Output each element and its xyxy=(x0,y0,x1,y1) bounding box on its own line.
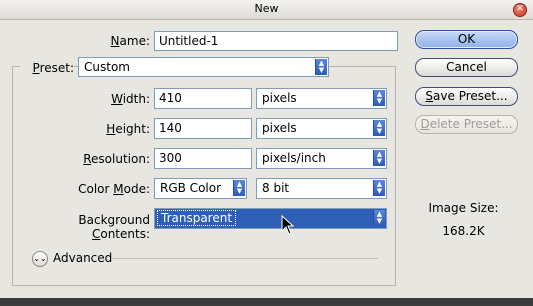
color-mode-label: Color Mode: xyxy=(78,182,150,196)
mouse-cursor-icon xyxy=(281,215,295,235)
chevron-updown-icon: ▲ ▼ xyxy=(233,180,245,196)
chevron-updown-icon: ▲ ▼ xyxy=(373,210,385,226)
bit-depth-select[interactable]: 8 bit ▲ ▼ xyxy=(256,178,387,199)
background-contents-select[interactable]: Transparent ▲ ▼ xyxy=(154,208,387,229)
color-mode-value: RGB Color xyxy=(160,181,222,195)
height-input[interactable]: 140 xyxy=(154,118,252,139)
name-label: Name: xyxy=(110,34,150,48)
chevron-updown-icon: ▲ ▼ xyxy=(315,59,327,75)
width-label: Width: xyxy=(111,92,150,106)
chevron-updown-icon: ▲ ▼ xyxy=(373,150,385,166)
preset-value: Custom xyxy=(84,60,130,74)
image-size-value: 168.2K xyxy=(442,224,485,238)
cancel-button[interactable]: Cancel xyxy=(415,58,518,77)
resolution-unit-select[interactable]: pixels/inch ▲ ▼ xyxy=(256,148,387,169)
resolution-label: Resolution: xyxy=(83,152,150,166)
preset-label: Preset: xyxy=(20,61,74,75)
chevron-updown-icon: ▲ ▼ xyxy=(373,90,385,106)
advanced-label[interactable]: Advanced xyxy=(53,251,112,265)
width-unit-select[interactable]: pixels ▲ ▼ xyxy=(256,88,387,109)
delete-preset-button[interactable]: Delete Preset... xyxy=(415,115,518,134)
chevron-updown-icon: ▲ ▼ xyxy=(373,180,385,196)
resolution-unit-value: pixels/inch xyxy=(262,151,326,165)
preset-select[interactable]: Custom ▲ ▼ xyxy=(78,57,329,77)
background-contents-value: Transparent xyxy=(157,210,237,226)
width-input[interactable]: 410 xyxy=(154,88,252,109)
height-unit-value: pixels xyxy=(262,121,297,135)
save-preset-button[interactable]: Save Preset... xyxy=(415,87,518,106)
ok-button[interactable]: OK xyxy=(415,30,518,49)
window-title: New xyxy=(254,2,279,15)
height-unit-select[interactable]: pixels ▲ ▼ xyxy=(256,118,387,139)
chevron-updown-icon: ▲ ▼ xyxy=(373,120,385,136)
advanced-expand-icon[interactable]: ⌄⌄ xyxy=(32,251,48,267)
background-contents-label: Background Contents: xyxy=(78,213,150,241)
resolution-input[interactable]: 300 xyxy=(154,148,252,169)
close-icon[interactable]: ✕ xyxy=(513,3,527,17)
width-unit-value: pixels xyxy=(262,91,297,105)
height-label: Height: xyxy=(106,122,150,136)
advanced-divider xyxy=(112,258,378,259)
bottom-edge xyxy=(0,298,533,306)
image-size-label: Image Size: xyxy=(428,201,499,215)
bit-depth-value: 8 bit xyxy=(262,181,290,195)
name-input[interactable]: Untitled-1 xyxy=(154,31,398,51)
color-mode-select[interactable]: RGB Color ▲ ▼ xyxy=(154,178,247,199)
